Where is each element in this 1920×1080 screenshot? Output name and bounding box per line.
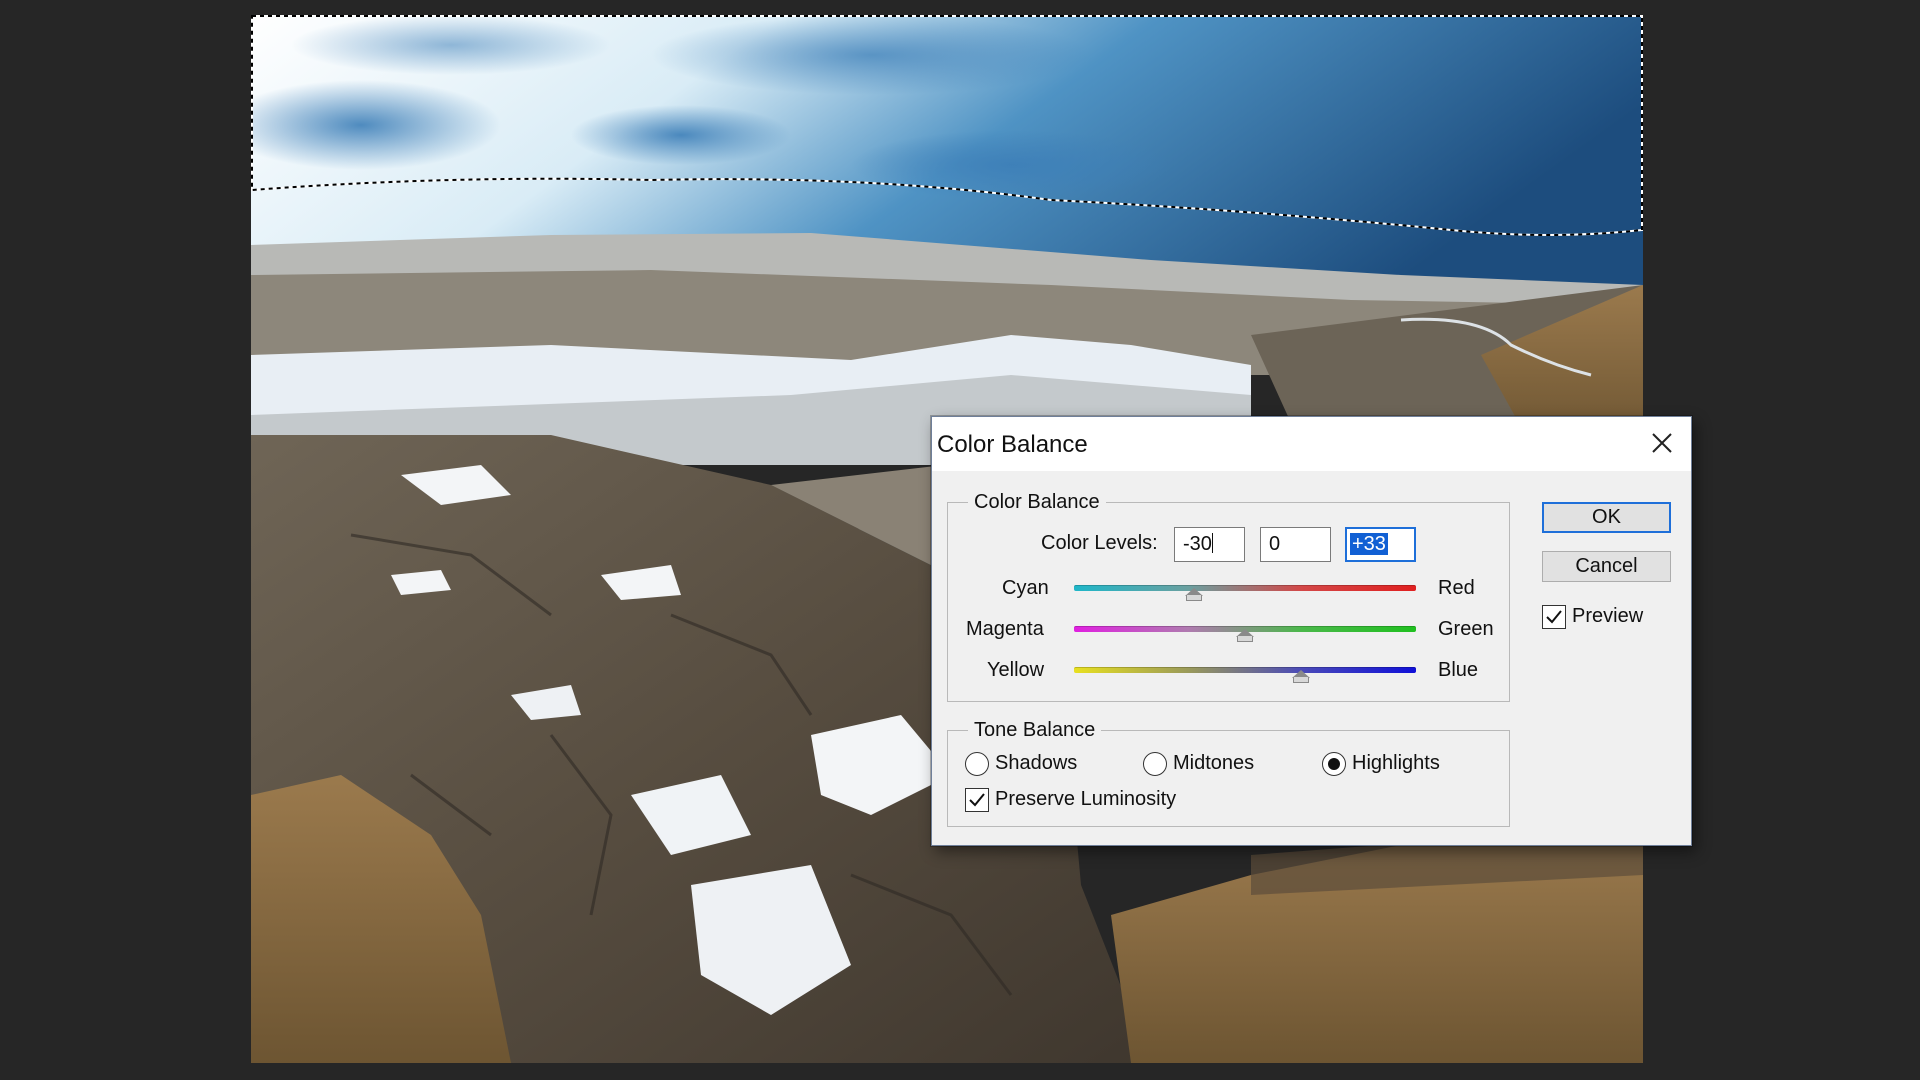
yellow-blue-slider[interactable]	[1074, 667, 1416, 673]
preserve-luminosity-checkbox[interactable]	[965, 788, 989, 812]
dialog-titlebar[interactable]: Color Balance	[932, 417, 1691, 471]
green-label: Green	[1438, 618, 1494, 640]
color-levels-label: Color Levels:	[1041, 532, 1158, 554]
yellow-blue-level-value: +33	[1350, 533, 1388, 555]
close-icon	[1652, 433, 1672, 453]
color-balance-group: Color Balance Color Levels: -30 0 +33 Cy…	[947, 491, 1510, 702]
cancel-button[interactable]: Cancel	[1542, 551, 1671, 582]
preserve-luminosity-label[interactable]: Preserve Luminosity	[995, 788, 1176, 811]
yellow-label: Yellow	[987, 659, 1045, 681]
preview-checkbox[interactable]	[1542, 605, 1566, 629]
color-balance-dialog: Color Balance Color Balance Color Levels…	[931, 416, 1692, 846]
shadows-radio[interactable]	[965, 752, 989, 776]
ok-button[interactable]: OK	[1542, 502, 1671, 533]
cyan-red-slider[interactable]	[1074, 585, 1416, 591]
tone-balance-group: Tone Balance Shadows Midtones Highlights…	[947, 719, 1510, 827]
cyan-red-level-value: -30	[1183, 533, 1212, 555]
magenta-green-level-input[interactable]: 0	[1260, 527, 1331, 562]
checkmark-icon	[969, 793, 985, 807]
blue-label: Blue	[1438, 659, 1479, 681]
midtones-label[interactable]: Midtones	[1173, 752, 1254, 775]
color-balance-legend: Color Balance	[968, 491, 1106, 514]
highlights-radio[interactable]	[1322, 752, 1346, 776]
yellow-blue-slider-thumb[interactable]	[1292, 670, 1311, 683]
dialog-title: Color Balance	[937, 431, 1088, 458]
highlights-label[interactable]: Highlights	[1352, 752, 1440, 775]
red-label: Red	[1438, 577, 1475, 599]
checkmark-icon	[1546, 610, 1562, 624]
cyan-red-slider-thumb[interactable]	[1184, 588, 1203, 601]
magenta-label: Magenta	[966, 618, 1044, 640]
shadows-label[interactable]: Shadows	[995, 752, 1077, 775]
magenta-green-slider-thumb[interactable]	[1236, 629, 1254, 642]
close-button[interactable]	[1639, 423, 1685, 463]
yellow-blue-level-input[interactable]: +33	[1345, 527, 1416, 562]
preview-label[interactable]: Preview	[1572, 605, 1643, 628]
text-caret	[1211, 533, 1213, 553]
cyan-label: Cyan	[1002, 577, 1049, 599]
magenta-green-level-value: 0	[1269, 533, 1281, 555]
midtones-radio[interactable]	[1143, 752, 1167, 776]
tone-balance-legend: Tone Balance	[968, 719, 1102, 742]
cyan-red-level-input[interactable]: -30	[1174, 527, 1245, 562]
